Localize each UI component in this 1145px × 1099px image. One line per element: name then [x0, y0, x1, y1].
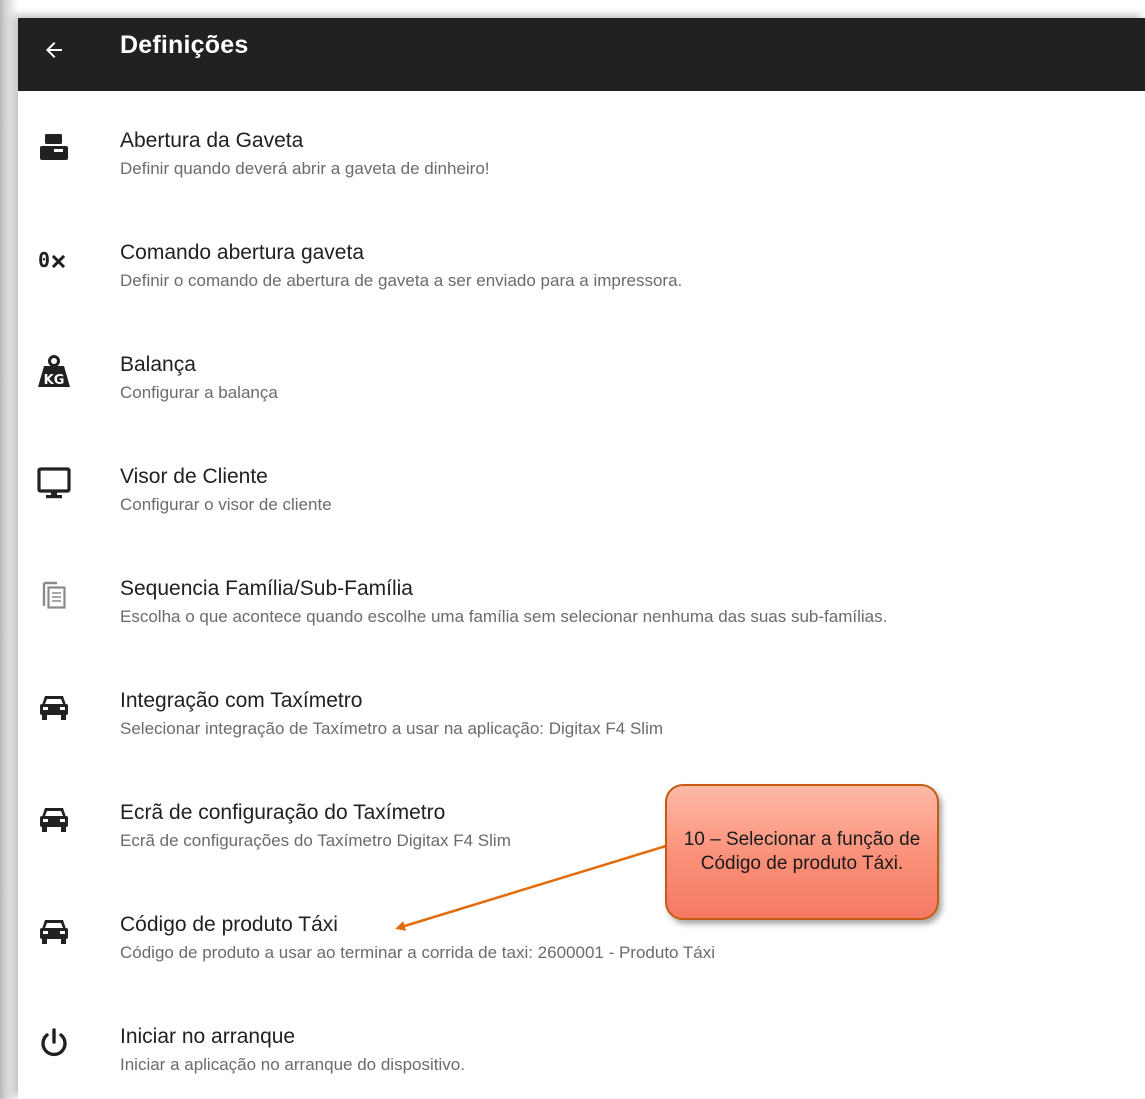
settings-item-title: Ecrã de configuração do Taxímetro	[120, 801, 446, 824]
cash-drawer-icon	[36, 91, 72, 203]
copy-document-icon	[36, 539, 72, 651]
settings-item-summary: Escolha o que acontece quando escolhe um…	[120, 607, 888, 626]
settings-item-family-sequence[interactable]: Sequencia Família/Sub-Família Escolha o …	[18, 539, 1145, 651]
settings-item-title: Comando abertura gaveta	[120, 241, 364, 264]
settings-item-title: Balança	[120, 353, 196, 376]
taxi-icon	[36, 763, 72, 875]
settings-item-title: Abertura da Gaveta	[120, 129, 304, 152]
settings-screen: Definições Abertura da Gaveta Definir qu…	[18, 18, 1145, 1099]
settings-item-summary: Definir o comando de abertura de gaveta …	[120, 271, 683, 290]
settings-item-customer-display[interactable]: Visor de Cliente Configurar o visor de c…	[18, 427, 1145, 539]
settings-item-title: Visor de Cliente	[120, 465, 268, 488]
annotation-callout: 10 – Selecionar a função de Código de pr…	[665, 784, 939, 920]
settings-item-title: Iniciar no arranque	[120, 1025, 296, 1048]
app-bar: Definições	[18, 18, 1145, 91]
monitor-icon	[36, 427, 72, 539]
taxi-icon	[36, 875, 72, 987]
settings-item-taxi-product-code[interactable]: Código de produto Táxi Código de produto…	[18, 875, 1145, 987]
settings-item-taximeter-config[interactable]: Ecrã de configuração do Taxímetro Ecrã d…	[18, 763, 1145, 875]
settings-item-title: Integração com Taxímetro	[120, 689, 363, 712]
svg-text:KG: KG	[44, 373, 65, 388]
page-title: Definições	[120, 31, 249, 59]
settings-item-summary: Configurar o visor de cliente	[120, 495, 332, 514]
settings-item-drawer-opening[interactable]: Abertura da Gaveta Definir quando deverá…	[18, 91, 1145, 203]
hex-command-icon: 0	[36, 203, 72, 315]
settings-item-summary: Código de produto a usar ao terminar a c…	[120, 943, 716, 962]
settings-item-summary: Definir quando deverá abrir a gaveta de …	[120, 159, 490, 178]
weight-kg-icon: KG	[36, 315, 72, 427]
settings-item-summary: Selecionar integração de Taxímetro a usa…	[120, 719, 664, 738]
svg-text:0: 0	[38, 248, 50, 271]
settings-item-title: Código de produto Táxi	[120, 913, 338, 936]
back-button[interactable]	[30, 26, 78, 74]
settings-item-title: Sequencia Família/Sub-Família	[120, 577, 413, 600]
settings-item-summary: Iniciar a aplicação no arranque do dispo…	[120, 1055, 465, 1074]
settings-item-start-on-boot[interactable]: Iniciar no arranque Iniciar a aplicação …	[18, 987, 1145, 1099]
settings-item-summary: Ecrã de configurações do Taxímetro Digit…	[120, 831, 511, 850]
settings-item-summary: Configurar a balança	[120, 383, 278, 402]
settings-item-taximeter-integration[interactable]: Integração com Taxímetro Selecionar inte…	[18, 651, 1145, 763]
settings-item-scale[interactable]: KG Balança Configurar a balança	[18, 315, 1145, 427]
arrow-back-icon	[46, 42, 62, 58]
power-icon	[36, 987, 72, 1099]
settings-item-drawer-command[interactable]: 0 Comando abertura gaveta Definir o coma…	[18, 203, 1145, 315]
taxi-icon	[36, 651, 72, 763]
